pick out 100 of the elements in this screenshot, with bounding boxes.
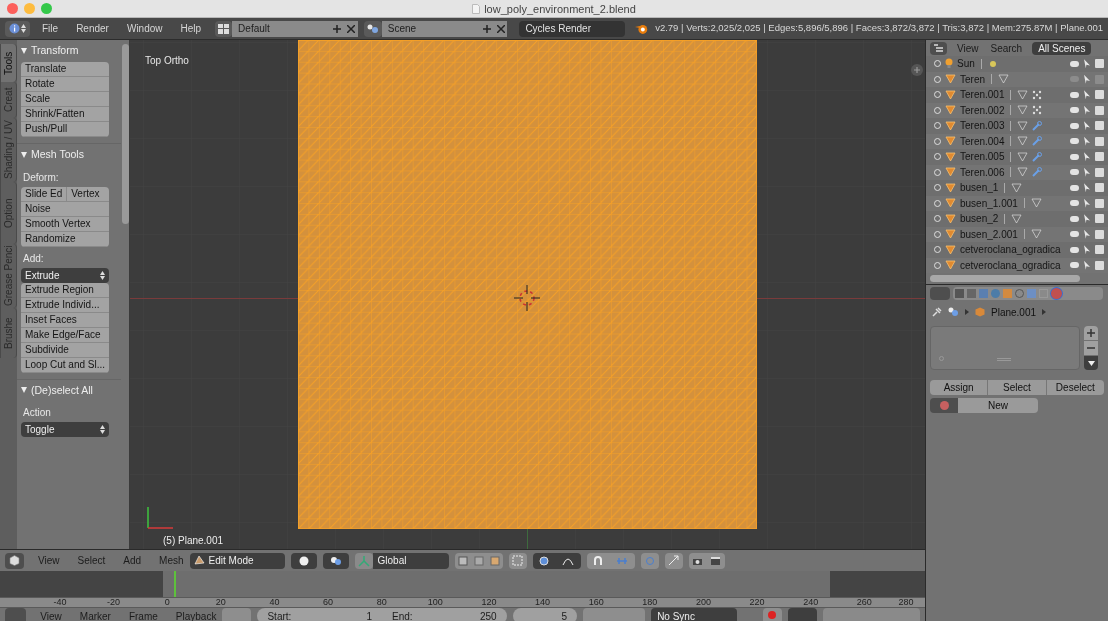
dropdown[interactable]: Toggle [21, 422, 110, 438]
layout-field[interactable]: Default [232, 20, 331, 37]
panel-tab[interactable]: Tools [0, 44, 17, 82]
object-name[interactable]: Teren.003 [960, 118, 1005, 134]
outliner-row[interactable]: Sun [926, 56, 1108, 72]
snap-increment-icon [616, 555, 629, 566]
viewport[interactable]: Top Ortho (5) Plane.001 [130, 40, 925, 550]
disclosure-triangle-icon[interactable] [21, 47, 27, 54]
wrench-icon [1032, 151, 1043, 162]
tool-button[interactable]: Slide Ed [21, 186, 67, 202]
object-name[interactable]: Teren.006 [960, 164, 1005, 180]
layout-icon-button[interactable] [215, 20, 233, 37]
info-icon [9, 23, 20, 34]
menu-item[interactable]: Add [123, 553, 142, 569]
object-name[interactable]: cetveroclana_ogradica [960, 242, 1061, 258]
menu-item[interactable]: Select [77, 553, 106, 569]
menu-item[interactable]: Frame [128, 609, 158, 621]
disclosure-triangle-icon[interactable] [21, 387, 27, 394]
triangle-icon [945, 244, 956, 255]
plus-icon [914, 67, 920, 73]
action-button[interactable]: Deselect [1045, 380, 1104, 395]
horizontal-scrollbar[interactable] [930, 275, 1080, 282]
start-frame-value: 1 [366, 610, 373, 621]
close-layout-button[interactable] [344, 20, 358, 37]
section-label: Add: [22, 251, 45, 266]
disclosure-triangle-icon[interactable] [21, 151, 27, 158]
select-mode-buttons[interactable] [454, 552, 503, 569]
menu-item[interactable]: View [40, 609, 62, 621]
action-button[interactable]: Select [987, 380, 1046, 395]
tool-button[interactable]: Translate [21, 61, 110, 77]
object-name[interactable]: busen_2.001 [960, 226, 1018, 242]
render-engine-dropdown[interactable]: Cycles Render [519, 20, 626, 37]
wire-triangle-icon [1017, 120, 1029, 131]
object-name[interactable]: Teren.004 [960, 133, 1005, 149]
opengl-render-buttons[interactable] [688, 552, 725, 569]
mode-dropdown[interactable]: Edit Mode [189, 552, 285, 569]
add-slot-button[interactable] [1084, 326, 1098, 340]
panel-header[interactable]: Transform [31, 43, 79, 59]
panel-header[interactable]: (De)select All [31, 382, 93, 399]
object-name[interactable]: Teren.001 [960, 87, 1005, 103]
menu-item[interactable]: View [957, 40, 979, 56]
triangle-icon [945, 260, 956, 271]
panel-header[interactable]: Mesh Tools [31, 146, 84, 163]
snap-dropdown[interactable] [586, 552, 635, 569]
wire-triangle-icon [1011, 182, 1023, 193]
outliner-row[interactable]: cetveroclana_ogradica [926, 242, 1108, 258]
object-name[interactable]: cetveroclana_ogradica [960, 257, 1061, 273]
object-name[interactable]: Teren.002 [960, 102, 1005, 118]
current-frame-indicator[interactable] [174, 571, 176, 598]
object-name[interactable]: busen_1 [960, 180, 999, 196]
outliner-row[interactable]: busen_2 [926, 211, 1108, 227]
close-window-button[interactable] [7, 3, 18, 14]
triangle-icon [945, 105, 956, 116]
pivot-dropdown[interactable] [322, 552, 349, 569]
scene-icon-button[interactable] [363, 20, 382, 37]
object-name[interactable]: busen_2 [960, 211, 999, 227]
current-frame-field[interactable]: 5 [512, 608, 578, 621]
proportional-edit-dropdown[interactable] [532, 552, 581, 569]
menu-item[interactable]: Render [76, 21, 109, 36]
object-name[interactable]: busen_1.001 [960, 195, 1018, 211]
menu-item[interactable]: Help [180, 21, 202, 36]
dropdown[interactable]: Extrude [21, 267, 110, 283]
wire-triangle-icon [998, 74, 1009, 85]
object-name[interactable]: Teren.005 [960, 149, 1005, 165]
menu-item[interactable]: Window [126, 21, 163, 36]
material-browse-button[interactable] [930, 398, 958, 413]
slot-menu-button[interactable] [1084, 356, 1098, 370]
object-cube-icon [975, 307, 985, 317]
object-name[interactable]: Teren [960, 71, 985, 87]
start-frame-field[interactable]: Start: 1 [257, 608, 383, 621]
tool-button[interactable]: Vertex [66, 186, 110, 202]
outliner-row[interactable]: Teren.005 [926, 149, 1108, 165]
shading-dropdown[interactable] [290, 552, 317, 569]
menu-item[interactable]: File [42, 21, 59, 36]
editor-type-button[interactable] [930, 41, 947, 55]
end-frame-field[interactable]: End: 250 [382, 608, 507, 621]
frame-number: 240 [803, 596, 819, 610]
orientation-dropdown[interactable]: Global [372, 552, 449, 569]
editor-type-button[interactable] [5, 552, 24, 569]
menu-item[interactable]: Search [990, 40, 1023, 56]
limit-selection-button[interactable] [508, 552, 527, 569]
scrollbar[interactable] [122, 44, 130, 224]
editor-type-button[interactable] [5, 20, 30, 37]
auto-merge-button[interactable] [664, 552, 683, 569]
pivot-icon [329, 555, 342, 566]
keying-set-field[interactable] [823, 608, 920, 621]
new-material-button[interactable]: New [958, 398, 1038, 413]
outliner-row[interactable]: Teren.003 [926, 118, 1108, 134]
display-mode-dropdown[interactable]: All Scenes [1032, 41, 1092, 55]
outliner-row[interactable]: Teren.001 [926, 87, 1108, 103]
properties-tabs[interactable] [953, 287, 1103, 300]
object-name[interactable]: Sun [957, 56, 975, 72]
down-arrow-icon [1087, 360, 1095, 366]
menu-item[interactable]: View [38, 553, 60, 569]
keying-set-dropdown[interactable] [788, 608, 818, 621]
scene-field[interactable]: Scene [381, 20, 480, 37]
action-button[interactable]: Assign [930, 380, 988, 395]
menu-item[interactable]: Marker [79, 609, 111, 621]
outliner-row[interactable]: busen_1 [926, 180, 1108, 196]
menu-item[interactable]: Mesh [159, 553, 184, 569]
